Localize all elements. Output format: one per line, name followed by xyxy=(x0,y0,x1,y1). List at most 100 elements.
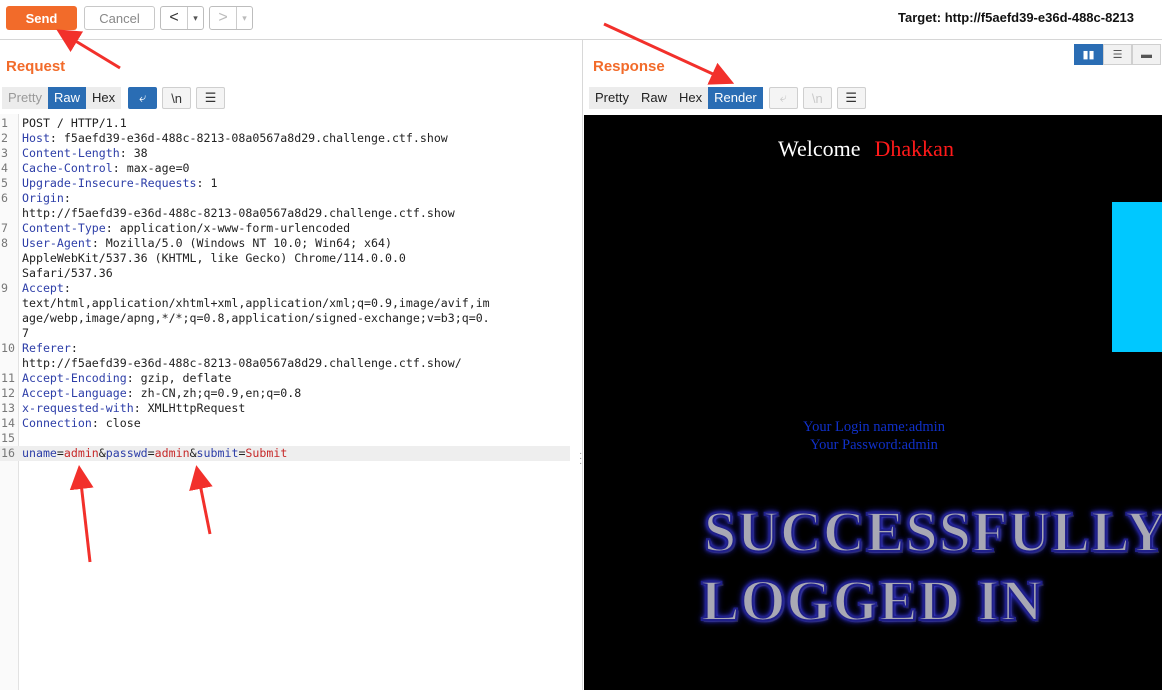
response-tab-render[interactable]: Render xyxy=(708,87,763,109)
forward-dropdown-icon[interactable]: ▾ xyxy=(236,7,252,29)
back-arrow-icon[interactable]: < xyxy=(161,9,187,27)
text-segment: : max-age=0 xyxy=(112,161,190,175)
request-line[interactable]: 12 Accept-Language: zh-CN,zh;q=0.9,en;q=0… xyxy=(0,386,570,401)
line-content: Accept-Encoding: gzip, deflate xyxy=(19,371,231,386)
split-vertical-icon[interactable]: ☰ xyxy=(1103,44,1132,65)
request-line[interactable]: 11 Accept-Encoding: gzip, deflate xyxy=(0,371,570,386)
line-number xyxy=(0,251,19,266)
request-tab-raw[interactable]: Raw xyxy=(47,87,86,109)
request-menu-icon[interactable]: ☰ xyxy=(196,87,226,109)
line-content: 7 xyxy=(19,326,29,341)
param-value: Submit xyxy=(245,446,288,460)
header-key: Accept-Encoding xyxy=(22,371,127,385)
single-pane-icon[interactable]: ▬ xyxy=(1132,44,1161,65)
line-number: 16 xyxy=(1,446,15,460)
forward-arrow-icon[interactable]: > xyxy=(210,9,236,27)
send-button[interactable]: Send xyxy=(6,6,77,30)
response-tab-raw[interactable]: Raw xyxy=(634,87,673,109)
request-tab-hex[interactable]: Hex xyxy=(85,87,122,109)
line-number: 8 xyxy=(1,236,8,250)
back-dropdown-icon[interactable]: ▾ xyxy=(187,7,203,29)
line-number xyxy=(0,356,19,371)
header-key: Host xyxy=(22,131,50,145)
splitter-grip-icon[interactable]: · · · xyxy=(579,449,583,469)
wrap-lines-icon[interactable]: ⤶ xyxy=(128,87,158,109)
line-content: Content-Type: application/x-www-form-url… xyxy=(19,221,350,236)
header-key: User-Agent xyxy=(22,236,92,250)
login-name-line: Your Login name:admin xyxy=(803,419,945,435)
request-line[interactable]: 7 xyxy=(0,326,570,341)
header-key: uname xyxy=(22,446,57,460)
line-number: 7 xyxy=(1,221,8,235)
line-number: 12 xyxy=(1,386,15,400)
request-line[interactable]: http://f5aefd39-e36d-488c-8213-08a0567a8… xyxy=(0,206,570,221)
line-content: http://f5aefd39-e36d-488c-8213-08a0567a8… xyxy=(19,206,455,221)
request-title: Request xyxy=(6,58,66,75)
line-content: AppleWebKit/537.36 (KHTML, like Gecko) C… xyxy=(19,251,406,266)
line-content: http://f5aefd39-e36d-488c-8213-08a0567a8… xyxy=(19,356,462,371)
request-line[interactable]: 3 Content-Length: 38 xyxy=(0,146,570,161)
line-content: Cache-Control: max-age=0 xyxy=(19,161,190,176)
line-number: 4 xyxy=(1,161,8,175)
request-line[interactable]: AppleWebKit/537.36 (KHTML, like Gecko) C… xyxy=(0,251,570,266)
response-tab-hex[interactable]: Hex xyxy=(672,87,709,109)
history-forward-group[interactable]: > ▾ xyxy=(209,6,253,30)
line-number: 2 xyxy=(1,131,8,145)
wrap-lines-icon[interactable]: ⤶ xyxy=(768,87,798,109)
request-line[interactable]: 9 Accept: xyxy=(0,281,570,296)
response-menu-icon[interactable]: ☰ xyxy=(836,87,866,109)
show-newlines-icon[interactable]: \n xyxy=(802,87,832,109)
history-back-group[interactable]: < ▾ xyxy=(160,6,204,30)
split-horizontal-icon[interactable]: ▮▮ xyxy=(1074,44,1103,65)
request-line[interactable]: 16 uname=admin&passwd=admin&submit=Submit xyxy=(0,446,570,461)
text-segment: 7 xyxy=(22,326,29,340)
line-number: 5 xyxy=(1,176,8,190)
line-number: 10 xyxy=(1,341,15,355)
text-segment: = xyxy=(56,446,64,460)
line-content: Upgrade-Insecure-Requests: 1 xyxy=(19,176,217,191)
text-segment: : 1 xyxy=(196,176,218,190)
request-line[interactable]: Safari/537.36 xyxy=(0,266,570,281)
header-key: Cache-Control xyxy=(22,161,113,175)
line-content: User-Agent: Mozilla/5.0 (Windows NT 10.0… xyxy=(19,236,392,251)
header-key: Content-Length xyxy=(22,146,120,160)
text-segment: Safari/537.36 xyxy=(22,266,113,280)
line-number xyxy=(0,266,19,281)
header-key: submit xyxy=(196,446,239,460)
request-line[interactable]: 4 Cache-Control: max-age=0 xyxy=(0,161,570,176)
text-segment: : xyxy=(63,281,71,295)
request-line[interactable]: 5 Upgrade-Insecure-Requests: 1 xyxy=(0,176,570,191)
request-line[interactable]: text/html,application/xhtml+xml,applicat… xyxy=(0,296,570,311)
request-line[interactable]: 7 Content-Type: application/x-www-form-ur… xyxy=(0,221,570,236)
header-key: Content-Type xyxy=(22,221,106,235)
request-tab-pretty[interactable]: Pretty xyxy=(2,87,48,109)
show-newlines-icon[interactable]: \n xyxy=(162,87,192,109)
text-segment: & xyxy=(189,446,197,460)
request-line[interactable]: 10 Referer: xyxy=(0,341,570,356)
line-content: Accept-Language: zh-CN,zh;q=0.9,en;q=0.8 xyxy=(19,386,301,401)
request-line[interactable]: http://f5aefd39-e36d-488c-8213-08a0567a8… xyxy=(0,356,570,371)
request-line[interactable]: 6 Origin: xyxy=(0,191,570,206)
request-line[interactable]: 2 Host: f5aefd39-e36d-488c-8213-08a0567a8… xyxy=(0,131,570,146)
request-editor[interactable]: 1 POST / HTTP/1.1 2 Host: f5aefd39-e36d-488… xyxy=(0,114,570,690)
pane-splitter[interactable] xyxy=(582,40,583,690)
response-tab-pretty[interactable]: Pretty xyxy=(589,87,635,109)
request-line[interactable]: age/webp,image/apng,*/*;q=0.8,applicatio… xyxy=(0,311,570,326)
request-line[interactable]: 8 User-Agent: Mozilla/5.0 (Windows NT 10.… xyxy=(0,236,570,251)
request-line[interactable]: 13 x-requested-with: XMLHttpRequest xyxy=(0,401,570,416)
request-line[interactable]: 14 Connection: close xyxy=(0,416,570,431)
cancel-button[interactable]: Cancel xyxy=(84,6,155,30)
line-number xyxy=(0,296,19,311)
text-segment: : application/x-www-form-urlencoded xyxy=(105,221,351,235)
request-line[interactable]: 1 POST / HTTP/1.1 xyxy=(0,116,570,131)
line-content: x-requested-with: XMLHttpRequest xyxy=(19,401,245,416)
target-url[interactable]: Target: http://f5aefd39-e36d-488c-8213 xyxy=(898,10,1162,25)
param-value: admin xyxy=(63,446,99,460)
line-content: Content-Length: 38 xyxy=(19,146,148,161)
line-number xyxy=(0,206,19,221)
toolbar-divider xyxy=(0,39,1162,40)
param-value: admin xyxy=(154,446,190,460)
text-segment: text/html,application/xhtml+xml,applicat… xyxy=(22,296,490,310)
request-line[interactable]: 15 xyxy=(0,431,570,446)
repeater-toolbar: Send Cancel < ▾ > ▾ Target: http://f5aef… xyxy=(0,0,1162,38)
